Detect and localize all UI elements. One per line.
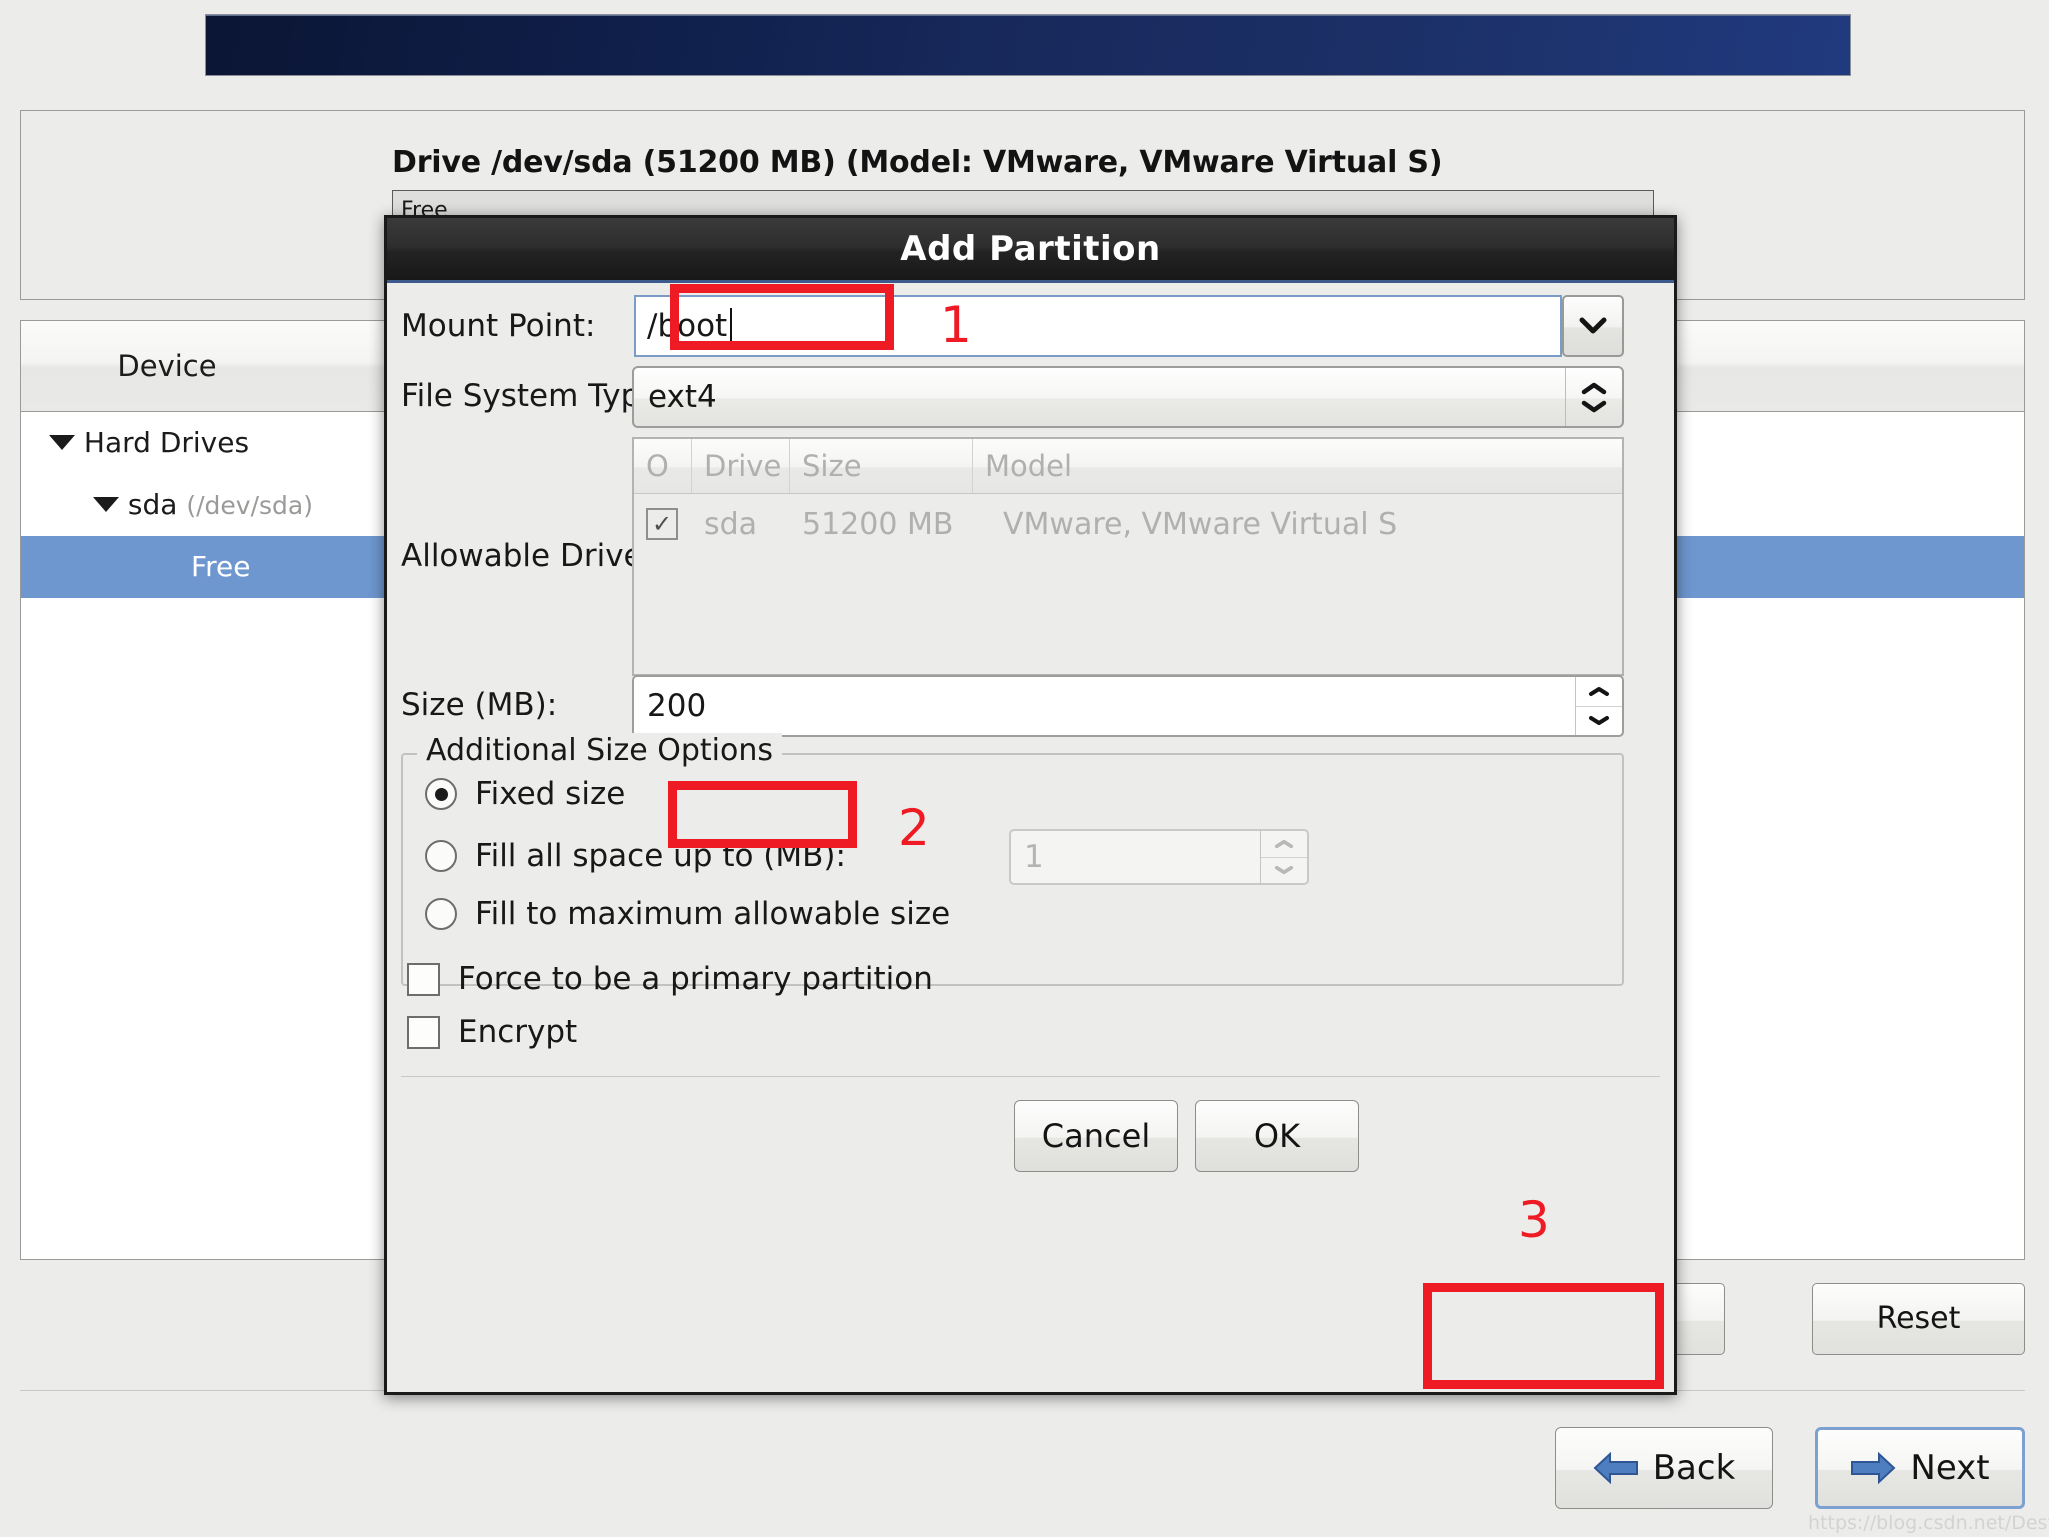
radio-fixed-size[interactable]: Fixed size — [425, 776, 625, 812]
chevron-down-icon — [1589, 716, 1609, 726]
text-caret — [730, 308, 732, 342]
triangle-down-icon[interactable] — [93, 496, 119, 512]
stepper-down[interactable] — [1576, 707, 1622, 736]
column-header-drive[interactable]: Drive — [692, 439, 790, 493]
drive-title: Drive /dev/sda (51200 MB) (Model: VMware… — [392, 145, 1443, 180]
checkbox-label: Force to be a primary partition — [458, 961, 933, 997]
radio-fill-maximum[interactable]: Fill to maximum allowable size — [425, 896, 950, 932]
column-header-size[interactable]: Size — [790, 439, 973, 493]
checkbox-label: Encrypt — [458, 1014, 578, 1050]
annotation-number-3: 3 — [1518, 1191, 1550, 1249]
mount-point-label: Mount Point: — [401, 308, 596, 344]
allowable-drives-label: Allowable Drives: — [401, 538, 670, 574]
chevron-down-icon — [1579, 317, 1607, 334]
chevron-up-icon — [1581, 382, 1607, 394]
reset-button[interactable]: Reset — [1812, 1283, 2025, 1355]
radio-label: Fixed size — [475, 776, 626, 812]
arrow-left-icon — [1593, 1451, 1638, 1485]
mount-point-input[interactable]: /boot — [634, 295, 1562, 357]
chevron-up-icon — [1589, 686, 1609, 696]
installer-banner — [205, 14, 1851, 76]
column-header-check[interactable]: O — [634, 439, 692, 493]
back-button-label: Back — [1652, 1448, 1736, 1488]
triangle-down-icon[interactable] — [49, 434, 75, 450]
annotation-number-2: 2 — [898, 799, 930, 857]
dialog-button-divider — [401, 1076, 1660, 1077]
tree-row-label: Hard Drives — [83, 426, 250, 459]
tree-row-label: sda — [127, 488, 178, 521]
file-system-type-select[interactable]: ext4 — [632, 366, 1624, 428]
file-system-type-spinner[interactable] — [1565, 368, 1622, 426]
radio-icon[interactable] — [425, 778, 457, 810]
drive-size: 51200 MB — [802, 506, 954, 542]
tree-row-label: Free — [191, 550, 251, 583]
allowable-drives-list: O Drive Size Model ✓ sda 51200 MB VMware… — [632, 437, 1624, 676]
chevron-up-icon — [1274, 839, 1294, 848]
radio-icon[interactable] — [425, 840, 457, 872]
radio-label: Fill all space up to (MB): — [475, 838, 846, 874]
stepper-down — [1261, 858, 1307, 884]
radio-label: Fill to maximum allowable size — [475, 896, 951, 932]
arrow-right-icon — [1851, 1451, 1896, 1485]
chevron-down-icon — [1274, 866, 1294, 875]
dialog-body: Mount Point: /boot File System Type: ext… — [387, 283, 1674, 1392]
column-header-device: Device — [117, 349, 217, 383]
stepper-up[interactable] — [1576, 677, 1622, 707]
screen: Drive /dev/sda (51200 MB) (Model: VMware… — [0, 0, 2049, 1537]
checkbox-icon[interactable] — [407, 962, 440, 996]
stepper-up — [1261, 831, 1307, 858]
mount-point-dropdown-button[interactable] — [1562, 295, 1624, 357]
ok-button[interactable]: OK — [1195, 1100, 1359, 1172]
next-button-label: Next — [1910, 1448, 1990, 1488]
size-input[interactable]: 200 — [632, 675, 1624, 737]
fill-up-to-value: 1 — [1024, 839, 1044, 875]
radio-dot — [434, 787, 448, 801]
fill-up-to-stepper — [1260, 831, 1307, 883]
dialog-title: Add Partition — [387, 218, 1674, 283]
annotation-number-1: 1 — [940, 296, 972, 354]
file-system-type-label: File System Type: — [401, 378, 670, 414]
watermark: https://blog.csdn.net/Destiny_425 — [1808, 1512, 2049, 1534]
cancel-button[interactable]: Cancel — [1014, 1100, 1178, 1172]
allowable-drives-row: ✓ sda 51200 MB VMware, VMware Virtual S — [634, 494, 1622, 554]
checkbox-encrypt[interactable]: Encrypt — [407, 1014, 577, 1050]
radio-fill-all-space[interactable]: Fill all space up to (MB): — [425, 838, 846, 874]
fill-up-to-input: 1 — [1009, 829, 1309, 885]
drive-checkbox-sda: ✓ — [646, 508, 678, 540]
size-label: Size (MB): — [401, 687, 558, 723]
size-value: 200 — [647, 688, 707, 724]
radio-icon[interactable] — [425, 898, 457, 930]
add-partition-dialog: Add Partition Mount Point: /boot File Sy… — [384, 215, 1677, 1395]
chevron-down-icon — [1581, 400, 1607, 412]
next-button[interactable]: Next — [1815, 1427, 2025, 1509]
file-system-type-value: ext4 — [648, 379, 717, 415]
mount-point-value: /boot — [647, 308, 728, 344]
tree-row-subtext: (/dev/sda) — [186, 491, 313, 520]
drive-name: sda — [704, 506, 758, 542]
drive-model: VMware, VMware Virtual S — [1003, 506, 1398, 542]
checkbox-icon[interactable] — [407, 1015, 440, 1049]
back-button[interactable]: Back — [1555, 1427, 1773, 1509]
checkbox-force-primary[interactable]: Force to be a primary partition — [407, 961, 933, 997]
size-stepper[interactable] — [1575, 677, 1622, 735]
column-header-model[interactable]: Model — [973, 439, 1622, 493]
additional-size-options-legend: Additional Size Options — [417, 733, 783, 768]
allowable-drives-header: O Drive Size Model — [634, 439, 1622, 494]
